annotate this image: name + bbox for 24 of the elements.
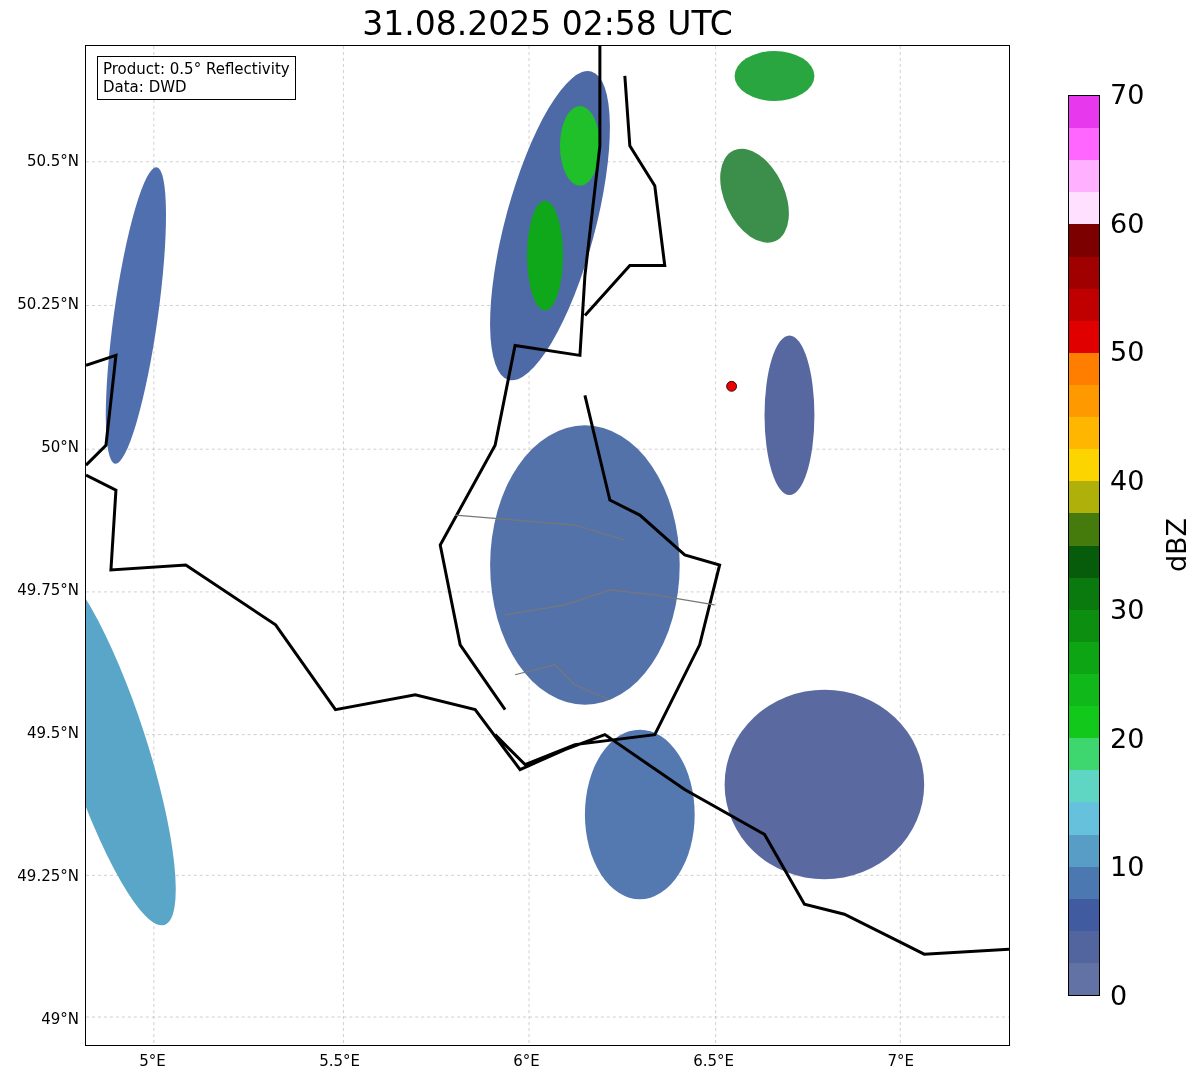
axis-tick-label: 50.25°N <box>17 295 79 314</box>
colorbar-label: dBZ <box>1162 517 1193 573</box>
axis-tick-label: 50°N <box>41 438 79 456</box>
axis-tick-label: 5°E <box>138 1052 167 1070</box>
axis-tick-label: 49°N <box>41 1009 79 1028</box>
legend-text: Product: 0.5° Reflectivity <box>103 60 290 78</box>
axis-tick-label: 5.5°E <box>318 1052 361 1070</box>
chart-title: 31.08.2025 02:58 UTC <box>361 4 734 44</box>
colorbar-tick-label: 70 <box>1110 80 1145 110</box>
colorbar-tick-label: 60 <box>1110 208 1145 239</box>
colorbar-tick-label: 40 <box>1110 466 1145 497</box>
colorbar-tick-label: 10 <box>1110 852 1145 883</box>
colorbar-tick-label: 30 <box>1110 594 1145 625</box>
axis-tick-label: 49.5°N <box>26 723 79 742</box>
axis-tick-label: 6°E <box>512 1052 541 1070</box>
colorbar-tick-label: 20 <box>1110 723 1145 754</box>
axis-tick-label: 6.5°E <box>692 1052 736 1070</box>
axis-tick-label: 49.25°N <box>17 866 79 885</box>
colorbar-tick-label: 50 <box>1110 337 1145 368</box>
axis-tick-label: 49.75°N <box>17 580 79 599</box>
colorbar-tick-label: 0 <box>1110 981 1128 1011</box>
legend-text: Data: DWD <box>103 78 188 96</box>
axis-tick-label: 7°E <box>886 1052 915 1070</box>
axis-tick-label: 50.5°N <box>26 152 79 171</box>
